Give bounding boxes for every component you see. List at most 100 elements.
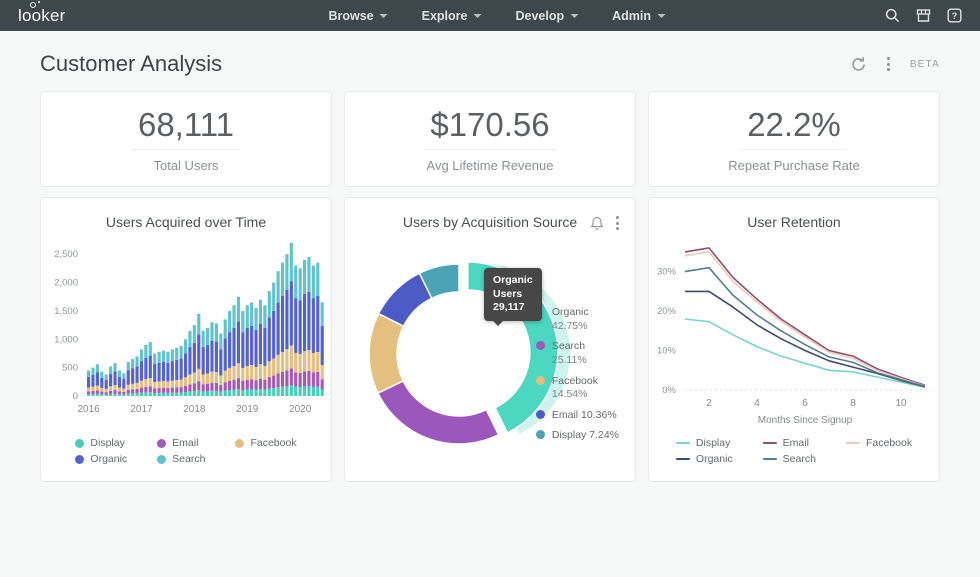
bar-segment[interactable] (105, 389, 108, 392)
legend-item-search[interactable]: Search (157, 453, 205, 465)
bar-segment[interactable] (180, 359, 183, 380)
bar-segment[interactable] (122, 389, 125, 392)
bar-segment[interactable] (188, 331, 191, 347)
bar-segment[interactable] (321, 389, 324, 396)
bar-segment[interactable] (118, 391, 121, 394)
bar-segment[interactable] (294, 353, 297, 373)
bar-segment[interactable] (232, 366, 235, 380)
bar-segment[interactable] (263, 305, 266, 328)
line-chart-svg[interactable]: 0%10%20%30%246810Months Since Signup (649, 230, 939, 430)
bar-segment[interactable] (316, 387, 319, 396)
bar-segment[interactable] (197, 390, 200, 396)
bar-segment[interactable] (299, 300, 302, 354)
bar-segment[interactable] (149, 386, 152, 392)
bar-segment[interactable] (180, 387, 183, 392)
bar-segment[interactable] (91, 368, 94, 375)
legend-item-facebook[interactable]: Facebook (846, 437, 912, 449)
bar-segment[interactable] (162, 362, 165, 381)
bar-segment[interactable] (272, 311, 275, 359)
bar-segment[interactable] (100, 372, 103, 378)
bar-segment[interactable] (250, 389, 253, 396)
bar-segment[interactable] (250, 326, 253, 365)
legend-item-display[interactable]: Display (676, 437, 733, 449)
bar-segment[interactable] (294, 373, 297, 387)
bar-segment[interactable] (197, 369, 200, 381)
bar-segment[interactable] (215, 323, 218, 341)
bar-segment[interactable] (263, 380, 266, 390)
nav-item-admin[interactable]: Admin (612, 9, 665, 23)
bar-segment[interactable] (316, 263, 319, 296)
bar-segment[interactable] (131, 359, 134, 368)
bar-segment[interactable] (193, 391, 196, 396)
bar-segment[interactable] (131, 393, 134, 396)
bar-segment[interactable] (144, 387, 147, 393)
bar-segment[interactable] (127, 370, 130, 384)
bar-segment[interactable] (96, 386, 99, 391)
bar-segment[interactable] (232, 380, 235, 390)
bar-segment[interactable] (188, 384, 191, 391)
bar-segment[interactable] (113, 394, 116, 396)
bar-segment[interactable] (285, 290, 288, 350)
bar-segment[interactable] (285, 386, 288, 396)
donut-legend-item-organic[interactable]: Organic42.75% (536, 306, 619, 333)
bar-segment[interactable] (206, 345, 209, 374)
bar-segment[interactable] (162, 388, 165, 393)
bar-segment[interactable] (109, 394, 112, 396)
bar-segment[interactable] (100, 378, 103, 388)
bar-segment[interactable] (140, 349, 143, 361)
bar-segment[interactable] (184, 339, 187, 353)
donut-slice-facebook[interactable] (369, 314, 404, 393)
bar-segment[interactable] (228, 390, 231, 396)
legend-item-organic[interactable]: Organic (676, 453, 733, 465)
bar-segment[interactable] (281, 372, 284, 387)
bar-segment[interactable] (166, 352, 169, 363)
bar-segment[interactable] (180, 393, 183, 396)
bar-segment[interactable] (175, 348, 178, 360)
bar-segment[interactable] (96, 372, 99, 385)
bar-segment[interactable] (184, 353, 187, 377)
bar-segment[interactable] (268, 291, 271, 317)
bar-segment[interactable] (202, 384, 205, 391)
bar-segment[interactable] (277, 271, 280, 302)
bar-segment[interactable] (87, 388, 90, 392)
bar-segment[interactable] (263, 390, 266, 396)
bar-segment[interactable] (188, 374, 191, 384)
bar-segment[interactable] (91, 394, 94, 396)
bar-segment[interactable] (299, 373, 302, 387)
bar-segment[interactable] (272, 376, 275, 388)
bar-segment[interactable] (281, 263, 284, 296)
retention-line-email[interactable] (685, 248, 925, 385)
bar-segment[interactable] (135, 356, 138, 366)
bar-segment[interactable] (321, 326, 324, 365)
bar-segment[interactable] (254, 380, 257, 390)
bar-segment[interactable] (232, 328, 235, 366)
bar-segment[interactable] (144, 345, 147, 358)
bar-segment[interactable] (109, 374, 112, 386)
bar-segment[interactable] (312, 353, 315, 373)
bar-segment[interactable] (171, 381, 174, 388)
bar-segment[interactable] (175, 393, 178, 396)
bar-segment[interactable] (171, 349, 174, 361)
bar-segment[interactable] (171, 388, 174, 393)
bar-segment[interactable] (135, 383, 138, 389)
bar-segment[interactable] (228, 368, 231, 381)
bar-segment[interactable] (294, 387, 297, 396)
bar-segment[interactable] (118, 370, 121, 376)
bar-segment[interactable] (113, 390, 116, 394)
bar-segment[interactable] (87, 370, 90, 376)
bar-segment[interactable] (109, 367, 112, 374)
bar-segment[interactable] (158, 363, 161, 382)
bar-segment[interactable] (246, 366, 249, 380)
bar-segment[interactable] (96, 364, 99, 372)
bar-segment[interactable] (158, 393, 161, 396)
bar-segment[interactable] (237, 297, 240, 322)
bar-segment[interactable] (246, 380, 249, 390)
bar-segment[interactable] (254, 308, 257, 330)
bar-segment[interactable] (290, 345, 293, 368)
bar-segment[interactable] (153, 364, 156, 382)
bar-segment[interactable] (250, 365, 253, 379)
bar-segment[interactable] (210, 391, 213, 396)
bar-segment[interactable] (219, 375, 222, 384)
bar-segment[interactable] (122, 373, 125, 379)
bar-segment[interactable] (259, 324, 262, 365)
